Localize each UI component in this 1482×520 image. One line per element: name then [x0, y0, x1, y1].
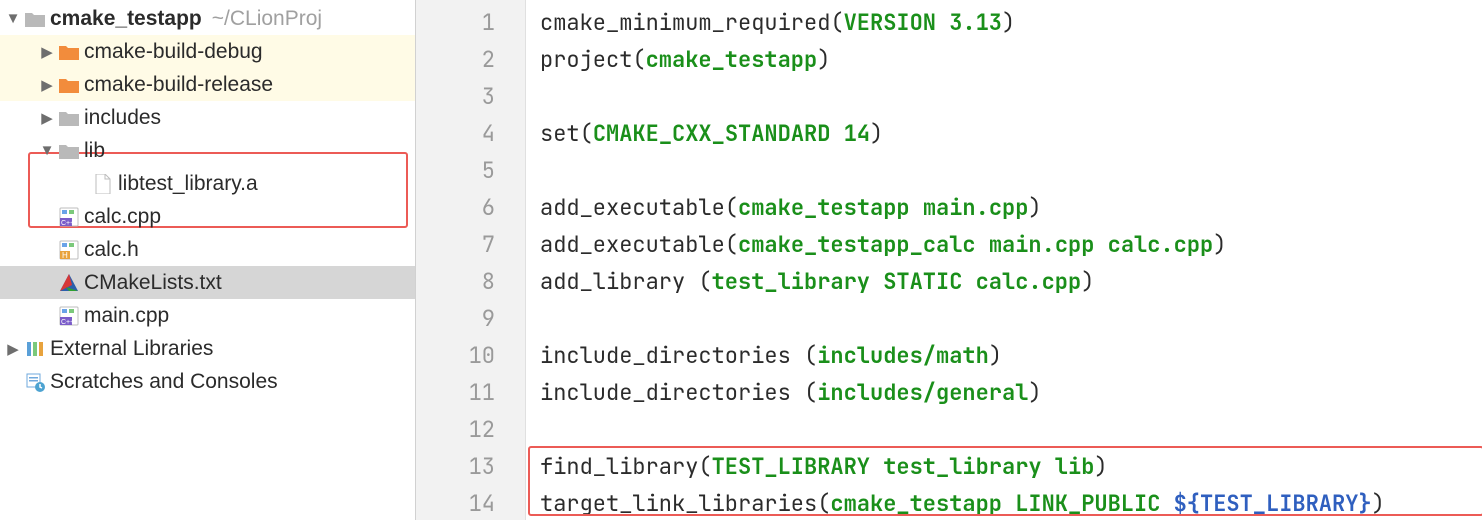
tree-row-lib[interactable]: ▼ lib [0, 134, 415, 167]
chevron-down-icon[interactable]: ▼ [38, 142, 56, 159]
line-number: 6 [416, 189, 525, 226]
tree-row-calc-cpp[interactable]: C++ calc.cpp [0, 200, 415, 233]
line-number: 14 [416, 485, 525, 520]
code-line[interactable]: find_library(TEST_LIBRARY test_library l… [540, 448, 1482, 485]
cmake-file-icon [56, 273, 82, 293]
line-number: 9 [416, 300, 525, 337]
code-line[interactable]: add_library (test_library STATIC calc.cp… [540, 263, 1482, 300]
code-line[interactable] [540, 152, 1482, 189]
tree-row-external-libs[interactable]: ▶ External Libraries [0, 332, 415, 365]
folder-icon [56, 143, 82, 159]
tree-row-build-release[interactable]: ▶ cmake-build-release [0, 68, 415, 101]
line-number: 7 [416, 226, 525, 263]
tree-label: CMakeLists.txt [82, 271, 222, 295]
line-number: 5 [416, 152, 525, 189]
code-line[interactable]: cmake_minimum_required(VERSION 3.13) [540, 4, 1482, 41]
svg-text:H: H [62, 251, 68, 260]
chevron-right-icon[interactable]: ▶ [38, 109, 56, 127]
tree-row-root[interactable]: ▼ cmake_testapp ~/CLionProj [0, 2, 415, 35]
line-number: 2 [416, 41, 525, 78]
svg-text:C++: C++ [61, 319, 74, 326]
tree-label: includes [82, 106, 161, 130]
editor-gutter: 1 2 3 4 5 6 7 8 9 10 11 12 13 14 [416, 0, 526, 520]
tree-label: cmake-build-debug [82, 40, 263, 64]
folder-icon [56, 110, 82, 126]
line-number: 12 [416, 411, 525, 448]
h-file-icon: H [56, 240, 82, 260]
tree-row-libfile[interactable]: libtest_library.a [0, 167, 415, 200]
code-line[interactable] [540, 411, 1482, 448]
chevron-right-icon[interactable]: ▶ [38, 76, 56, 94]
chevron-right-icon[interactable]: ▶ [4, 340, 22, 358]
tree-row-cmakelists[interactable]: CMakeLists.txt [0, 266, 415, 299]
code-line[interactable] [540, 300, 1482, 337]
tree-label: Scratches and Consoles [48, 370, 278, 394]
line-number: 8 [416, 263, 525, 300]
code-editor[interactable]: 1 2 3 4 5 6 7 8 9 10 11 12 13 14 cmake_m… [416, 0, 1482, 520]
tree-label: External Libraries [48, 337, 213, 361]
cpp-file-icon: C++ [56, 207, 82, 227]
line-number: 4 [416, 115, 525, 152]
tree-label: calc.cpp [82, 205, 161, 229]
code-line[interactable]: include_directories (includes/math) [540, 337, 1482, 374]
code-line[interactable]: add_executable(cmake_testapp main.cpp) [540, 189, 1482, 226]
tree-row-build-debug[interactable]: ▶ cmake-build-debug [0, 35, 415, 68]
line-number: 11 [416, 374, 525, 411]
tree-row-main-cpp[interactable]: C++ main.cpp [0, 299, 415, 332]
external-libs-icon [22, 339, 48, 359]
file-icon [90, 174, 116, 194]
tree-label: calc.h [82, 238, 139, 262]
tree-label: main.cpp [82, 304, 169, 328]
tree-row-calc-h[interactable]: H calc.h [0, 233, 415, 266]
cpp-file-icon: C++ [56, 306, 82, 326]
tree-label: lib [82, 139, 105, 163]
code-line[interactable]: project(cmake_testapp) [540, 41, 1482, 78]
line-number: 3 [416, 78, 525, 115]
line-number: 13 [416, 448, 525, 485]
project-tree[interactable]: ▼ cmake_testapp ~/CLionProj ▶ cmake-buil… [0, 0, 416, 520]
line-number: 1 [416, 4, 525, 41]
tree-label: cmake-build-release [82, 73, 273, 97]
code-line[interactable]: add_executable(cmake_testapp_calc main.c… [540, 226, 1482, 263]
code-line[interactable]: include_directories (includes/general) [540, 374, 1482, 411]
code-line[interactable]: target_link_libraries(cmake_testapp LINK… [540, 485, 1482, 520]
scratches-icon [22, 372, 48, 392]
tree-row-scratches[interactable]: Scratches and Consoles [0, 365, 415, 398]
folder-excluded-icon [56, 77, 82, 93]
chevron-down-icon[interactable]: ▼ [4, 10, 22, 27]
chevron-right-icon[interactable]: ▶ [38, 43, 56, 61]
tree-label: libtest_library.a [116, 172, 258, 196]
line-number: 10 [416, 337, 525, 374]
tree-label: cmake_testapp [48, 7, 202, 31]
code-line[interactable]: set(CMAKE_CXX_STANDARD 14) [540, 115, 1482, 152]
tree-row-includes[interactable]: ▶ includes [0, 101, 415, 134]
svg-text:C++: C++ [61, 220, 74, 227]
folder-icon [22, 11, 48, 27]
editor-content[interactable]: cmake_minimum_required(VERSION 3.13) pro… [526, 0, 1482, 520]
tree-path-hint: ~/CLionProj [202, 7, 322, 31]
code-line[interactable] [540, 78, 1482, 115]
folder-excluded-icon [56, 44, 82, 60]
